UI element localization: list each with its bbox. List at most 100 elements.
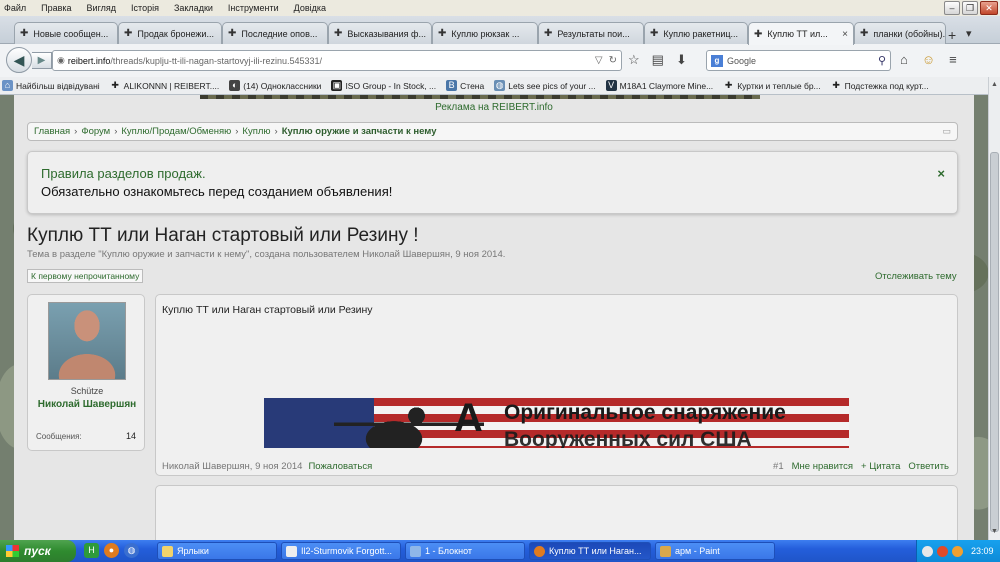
first-unread-button[interactable]: К первому непрочитанному bbox=[27, 269, 144, 283]
tab-1[interactable]: ✚ Продак бронежи... bbox=[118, 22, 222, 44]
menu-file[interactable]: Файл bbox=[4, 3, 26, 13]
menu-history[interactable]: Історія bbox=[131, 3, 159, 13]
tab-3[interactable]: ✚ Высказывания ф... bbox=[328, 22, 432, 44]
like-link[interactable]: Мне нравится bbox=[792, 461, 853, 472]
tab-favicon-icon: ✚ bbox=[124, 28, 133, 39]
taskbar-item-notepad[interactable]: 1 - Блокнот bbox=[405, 542, 525, 560]
tab-label: Последние опов... bbox=[241, 28, 318, 39]
post-meta: Николай Шавершян, 9 ноя 2014 Пожаловаться bbox=[162, 461, 372, 472]
url-path: /threads/kuplju-tt-ili-nagan-startovyj-i… bbox=[110, 55, 322, 66]
taskbar-item-yarlyki[interactable]: Ярлыки bbox=[157, 542, 277, 560]
tab-4[interactable]: ✚ Куплю рюкзак ... bbox=[432, 22, 538, 44]
close-window-button[interactable]: ✕ bbox=[980, 1, 998, 15]
bookmark-claymore[interactable]: V M18A1 Claymore Mine... bbox=[605, 80, 713, 91]
clock[interactable]: 23:09 bbox=[971, 546, 994, 556]
user-name[interactable]: Николай Шавершян bbox=[28, 398, 146, 411]
bookmark-iso-group[interactable]: ▣ ISO Group - In Stock, ... bbox=[331, 80, 436, 91]
avatar[interactable] bbox=[48, 302, 126, 380]
menu-view[interactable]: Вигляд bbox=[87, 3, 117, 13]
breadcrumb-home[interactable]: Главная bbox=[34, 126, 70, 137]
bookmark-stena[interactable]: В Стена bbox=[446, 80, 484, 91]
breadcrumb-current[interactable]: Куплю оружие и запчасти к нему bbox=[282, 126, 437, 137]
quicklaunch-app-icon[interactable]: H bbox=[84, 543, 99, 558]
tab-favicon-icon: ✚ bbox=[334, 28, 343, 39]
quote-link[interactable]: + Цитата bbox=[861, 461, 900, 472]
tab-5[interactable]: ✚ Результаты пои... bbox=[538, 22, 644, 44]
windows-flag-icon bbox=[6, 545, 19, 557]
search-box[interactable]: g Google ⚲ bbox=[706, 50, 891, 71]
ad-label[interactable]: Реклама на REIBERT.info bbox=[0, 102, 988, 113]
minimize-button[interactable]: – bbox=[944, 1, 960, 15]
bookmark-star-icon[interactable]: ☆ bbox=[628, 52, 640, 68]
breadcrumb-forum[interactable]: Форум bbox=[81, 126, 110, 137]
start-label: пуск bbox=[24, 544, 51, 558]
tab-6[interactable]: ✚ Куплю ракетниц... bbox=[644, 22, 748, 44]
vk-icon: В bbox=[446, 80, 458, 91]
maximize-button[interactable]: ❐ bbox=[962, 1, 978, 15]
tab-close-icon[interactable]: × bbox=[836, 29, 848, 40]
forward-button[interactable]: ▶ bbox=[32, 52, 52, 69]
bookmark-lets-see[interactable]: ◍ Lets see pics of your ... bbox=[494, 80, 596, 91]
cross-icon: ✚ bbox=[724, 80, 733, 90]
bookmarks-bar: ⌂ Найбільш відвідувані ✚ ALIKONNN | REIBER… bbox=[0, 77, 1000, 95]
taskbar-item-firefox[interactable]: Куплю ТТ или Наган... bbox=[529, 542, 651, 560]
download-icon[interactable]: ⬇ bbox=[676, 52, 687, 68]
bookmark-label: Подстежка под курт... bbox=[844, 80, 929, 91]
start-button[interactable]: пуск bbox=[0, 540, 76, 562]
tab-0[interactable]: ✚ Новые сообщен... bbox=[14, 22, 118, 44]
post-author-date[interactable]: Николай Шавершян, 9 ноя 2014 bbox=[162, 461, 302, 472]
menu-tools[interactable]: Інструменти bbox=[228, 3, 279, 13]
menu-icon[interactable]: ≡ bbox=[949, 52, 957, 67]
bookmark-label: Куртки и теплые бр... bbox=[737, 80, 821, 91]
home-icon[interactable]: ⌂ bbox=[900, 52, 908, 67]
tray-app-icon[interactable] bbox=[952, 545, 963, 557]
watch-thread-link[interactable]: Отслеживать тему bbox=[875, 271, 957, 282]
google-engine-icon[interactable]: g bbox=[711, 54, 723, 67]
new-tab-button[interactable]: + bbox=[948, 27, 956, 43]
bookmark-odnoklassniki[interactable]: ◐ (14) Одноклассники bbox=[229, 80, 321, 91]
reply-link[interactable]: Ответить bbox=[908, 461, 949, 472]
url-dropdown-icon[interactable]: ▽ bbox=[595, 55, 603, 66]
notice-title: Правила разделов продаж. bbox=[41, 166, 206, 181]
tab-list-button[interactable]: ▾ bbox=[966, 27, 972, 40]
menu-bookmarks[interactable]: Закладки bbox=[174, 3, 213, 13]
search-icon[interactable]: ⚲ bbox=[878, 54, 886, 67]
notice-close-icon[interactable]: × bbox=[937, 166, 945, 181]
bookmark-kurtki[interactable]: ✚ Куртки и теплые бр... bbox=[723, 80, 821, 91]
bookmark-podstezhka[interactable]: ✚ Подстежка под курт... bbox=[831, 80, 929, 91]
menu-edit[interactable]: Правка bbox=[41, 3, 71, 13]
sales-rules-notice: Правила разделов продаж. Обязательно озн… bbox=[27, 151, 958, 214]
tab-2[interactable]: ✚ Последние опов... bbox=[222, 22, 328, 44]
top-ad-banner[interactable] bbox=[200, 95, 760, 99]
reload-icon[interactable]: ↻ bbox=[609, 55, 617, 66]
scroll-down-icon[interactable]: ▼ bbox=[989, 526, 1000, 538]
back-button[interactable]: ◀ bbox=[6, 47, 32, 73]
tab-8[interactable]: ✚ планки (обойны)... bbox=[854, 22, 946, 44]
taskbar-item-il2[interactable]: Il2-Sturmovik Forgott... bbox=[281, 542, 401, 560]
bookmark-label: ALIKONNN | REIBERT.... bbox=[123, 80, 220, 91]
tray-antivirus-icon[interactable] bbox=[937, 545, 948, 557]
tray-arrow-icon[interactable] bbox=[922, 545, 933, 557]
breadcrumb-trade[interactable]: Куплю/Продам/Обменяю bbox=[121, 126, 231, 137]
reading-list-icon[interactable]: ▤ bbox=[652, 52, 664, 68]
scroll-up-icon[interactable]: ▲ bbox=[989, 79, 1000, 91]
bookmark-most-visited[interactable]: ⌂ Найбільш відвідувані bbox=[2, 80, 100, 91]
tab-7-active[interactable]: ✚ Куплю ТТ ил... × bbox=[748, 22, 854, 45]
addon-smiley-icon[interactable]: ☺ bbox=[922, 52, 935, 67]
breadcrumb-buy[interactable]: Куплю bbox=[242, 126, 270, 137]
us-gear-ad-banner[interactable]: A Оригинальное снаряжение Вооруженных си… bbox=[264, 398, 849, 448]
vertical-scrollbar[interactable]: ▲ ▼ bbox=[988, 77, 1000, 540]
tab-label: Результаты пои... bbox=[557, 28, 630, 39]
menu-help[interactable]: Довідка bbox=[294, 3, 326, 13]
report-link[interactable]: Пожаловаться bbox=[308, 461, 372, 472]
post-number[interactable]: #1 bbox=[773, 461, 784, 472]
notepad-icon bbox=[410, 545, 421, 557]
url-bar[interactable]: ◉ reibert.info/threads/kuplju-tt-ili-nag… bbox=[52, 50, 622, 71]
scroll-thumb[interactable] bbox=[990, 152, 999, 532]
post-text: Куплю ТТ или Наган стартовый или Резину bbox=[162, 304, 373, 316]
tab-favicon-icon: ✚ bbox=[20, 28, 29, 39]
bookmark-alikonnn[interactable]: ✚ ALIKONNN | REIBERT.... bbox=[110, 80, 220, 91]
browser-icon[interactable]: ◍ bbox=[124, 543, 139, 558]
firefox-icon[interactable]: ● bbox=[104, 543, 119, 558]
taskbar-item-paint[interactable]: арм - Paint bbox=[655, 542, 775, 560]
